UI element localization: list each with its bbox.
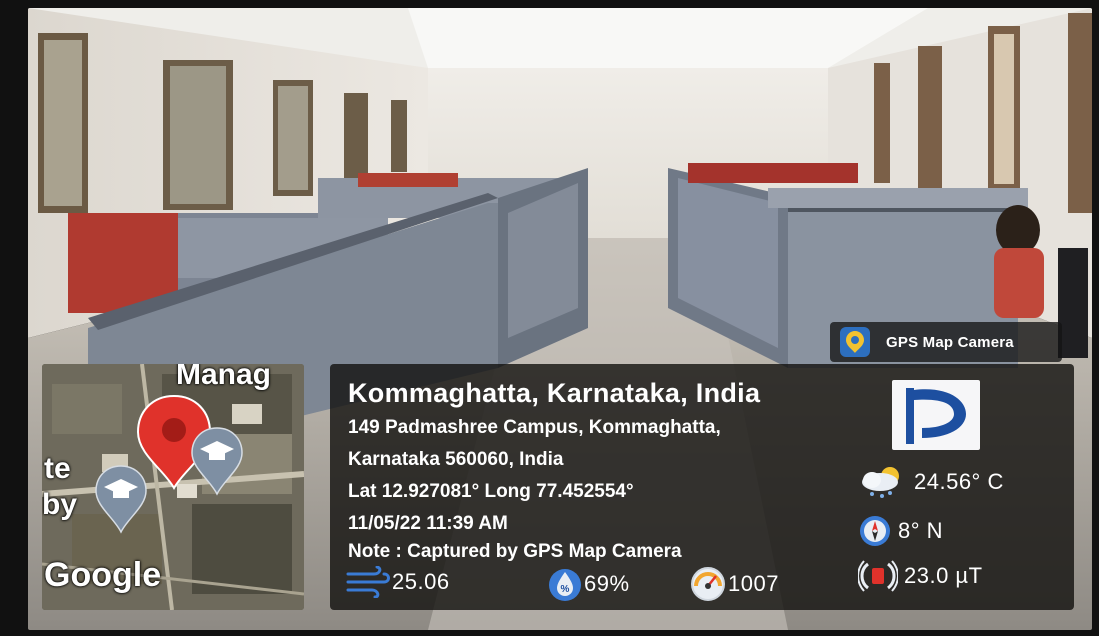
graduation-cap-icon — [191, 427, 243, 496]
capture-datetime: 11/05/22 11:39 AM — [348, 513, 508, 534]
lat-long: Lat 12.927081° Long 77.452554° — [348, 481, 634, 502]
graduation-cap-icon-2 — [95, 465, 147, 534]
gps-map-camera-badge: GPS Map Camera — [830, 322, 1062, 362]
compass-icon — [860, 516, 890, 546]
capture-note: Note : Captured by GPS Map Camera — [348, 541, 682, 562]
temperature-value: 24.56° C — [914, 469, 1004, 494]
temperature-metric: 24.56° C — [858, 464, 1004, 500]
location-info-panel: Kommaghatta, Karnataka, India 149 Padmas… — [330, 364, 1074, 610]
pressure-gauge-icon — [691, 567, 725, 601]
magnetic-value: 23.0 µT — [904, 563, 983, 588]
wind-icon — [346, 566, 390, 598]
satellite-map-thumbnail[interactable]: Manag te by Google — [42, 364, 304, 610]
humidity-metric: % 69% — [548, 566, 630, 602]
screenshot-frame: Manag te by Google GPS Map Camera Kommag… — [0, 0, 1099, 636]
magnetic-field-icon — [858, 560, 898, 592]
address-line-1: 149 Padmashree Campus, Kommaghatta, — [348, 417, 721, 438]
map-label-left2: by — [42, 488, 78, 521]
pressure-metric: 1007 — [690, 566, 779, 602]
magnetic-metric: 23.0 µT — [858, 560, 983, 592]
weather-cloud-icon — [862, 467, 899, 498]
map-label-left1: te — [44, 452, 71, 485]
direction-metric: 8° N — [858, 514, 943, 548]
map-pin-app-icon — [840, 327, 870, 357]
wind-metric: 25.06 — [346, 566, 450, 598]
location-title: Kommaghatta, Karnataka, India — [348, 378, 761, 408]
humidity-drop-icon: % — [549, 569, 581, 601]
google-brand-label: Google — [44, 556, 162, 594]
address-line-2: Karnataka 560060, India — [348, 449, 564, 470]
pressure-value: 1007 — [728, 571, 779, 596]
badge-label: GPS Map Camera — [886, 333, 1014, 351]
wind-value: 25.06 — [392, 569, 450, 594]
padmashree-logo — [892, 380, 980, 450]
svg-text:%: % — [561, 584, 570, 595]
map-label-top: Manag — [176, 364, 272, 391]
direction-value: 8° N — [898, 518, 944, 543]
humidity-value: 69% — [584, 571, 630, 596]
